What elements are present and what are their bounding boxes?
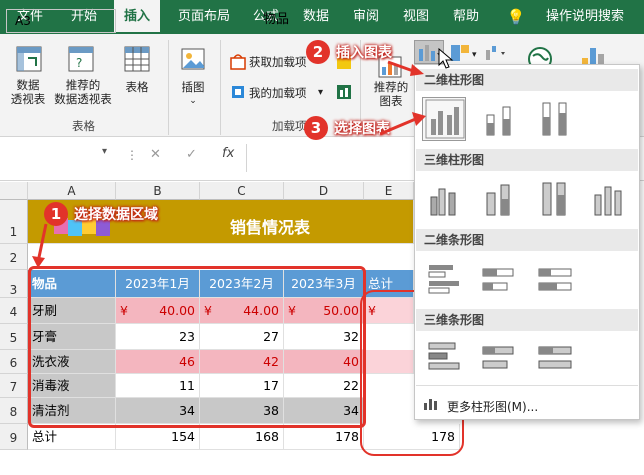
divider	[416, 385, 638, 386]
percent-bar-thumb[interactable]	[535, 259, 575, 299]
section-3d-column: 三维柱形图	[416, 149, 638, 171]
cancel-icon[interactable]: ✕	[150, 147, 161, 162]
chevron-down-icon: ⌄	[189, 96, 197, 106]
step-badge-3: 3	[304, 116, 328, 140]
pivot-table-button[interactable]: 数据 透视表	[4, 78, 52, 106]
table-icon	[124, 46, 150, 72]
row-header-8[interactable]: 8	[0, 398, 28, 424]
3d-stacked-column-thumb[interactable]	[479, 179, 519, 219]
clustered-bar-thumb[interactable]	[425, 259, 465, 299]
people-graph-icon	[337, 85, 351, 99]
row-header-5[interactable]: 5	[0, 324, 28, 350]
step-badge-1: 1	[44, 202, 68, 226]
3d-clustered-column-thumb[interactable]	[425, 179, 465, 219]
table-button[interactable]: 表格	[118, 80, 156, 94]
svg-text:?: ?	[76, 56, 82, 70]
column-header-c[interactable]: C	[200, 182, 284, 200]
more-column-charts-link[interactable]: 更多柱形图(M)...	[447, 398, 538, 415]
lightbulb-icon: 💡	[506, 8, 526, 26]
illustrations-icon	[181, 48, 205, 70]
more-charts-icon	[424, 399, 437, 410]
illustrations-button[interactable]: 插图	[176, 80, 210, 94]
divider	[246, 144, 247, 172]
group-label-addins: 加载项	[272, 119, 307, 133]
row-header-4[interactable]: 4	[0, 298, 28, 324]
hover-highlight	[422, 97, 466, 141]
3d-percent-column-thumb[interactable]	[535, 179, 575, 219]
step-badge-2: 2	[306, 40, 330, 64]
chevron-down-icon: ▾	[472, 50, 477, 60]
arrow-icon	[32, 223, 48, 268]
chevron-down-icon: ▾	[102, 146, 108, 157]
tab-page-layout[interactable]: 页面布局	[168, 0, 240, 34]
section-2d-column: 二维柱形图	[416, 69, 638, 91]
row-header-3[interactable]: 3	[0, 270, 28, 298]
confirm-icon[interactable]: ✓	[186, 147, 197, 162]
recommended-pivot-button[interactable]: 推荐的 数据透视表	[52, 78, 114, 106]
recommended-charts-button[interactable]: 推荐的 图表	[370, 80, 412, 108]
formula-input[interactable]: 物品	[255, 9, 415, 33]
step-label-1: 选择数据区域	[74, 207, 158, 223]
store-icon	[230, 54, 246, 70]
drag-handle-icon[interactable]: ⋮	[126, 148, 138, 162]
get-addins-button[interactable]: 获取加载项	[249, 55, 307, 69]
name-box[interactable]: A3	[6, 9, 116, 33]
function-icon[interactable]: fx	[222, 146, 234, 161]
column-header-d[interactable]: D	[284, 182, 364, 200]
tab-help[interactable]: 帮助	[444, 0, 488, 34]
column-header-a[interactable]: A	[28, 182, 116, 200]
percent-column-thumb[interactable]	[535, 99, 575, 139]
tell-me-search[interactable]: 操作说明搜索	[530, 0, 640, 34]
row-header-2[interactable]: 2	[0, 244, 28, 270]
stacked-bar-thumb[interactable]	[479, 259, 519, 299]
step-label-2: 插入图表	[336, 45, 392, 61]
row-header-7[interactable]: 7	[0, 374, 28, 398]
mouse-pointer-icon	[438, 48, 454, 69]
pivot-table-icon	[16, 46, 42, 72]
my-addins-icon	[232, 86, 244, 98]
group-label-tables: 表格	[72, 119, 95, 133]
row-header-6[interactable]: 6	[0, 350, 28, 374]
waterfall-chart-icon[interactable]	[484, 44, 510, 62]
3d-clustered-bar-thumb[interactable]	[425, 337, 465, 377]
row-header-1[interactable]: 1	[0, 200, 28, 244]
recommended-pivot-icon: ?	[68, 46, 94, 72]
arrow-icon	[387, 60, 424, 76]
tab-insert[interactable]: 插入	[114, 0, 160, 34]
3d-stacked-bar-thumb[interactable]	[479, 337, 519, 377]
section-2d-bar: 二维条形图	[416, 229, 638, 251]
select-all-corner[interactable]	[0, 182, 28, 200]
section-3d-bar: 三维条形图	[416, 309, 638, 331]
3d-percent-bar-thumb[interactable]	[535, 337, 575, 377]
chevron-down-icon: ▾	[318, 87, 324, 98]
selection-highlight	[28, 266, 366, 428]
3d-column-thumb[interactable]	[589, 179, 629, 219]
ribbon-separator	[220, 40, 221, 135]
sheet-title: 销售情况表	[230, 218, 311, 237]
row-header-9[interactable]: 9	[0, 424, 28, 450]
ribbon-separator	[168, 40, 169, 135]
arrow-icon	[379, 112, 426, 136]
stacked-column-thumb[interactable]	[479, 99, 519, 139]
column-header-b[interactable]: B	[116, 182, 200, 200]
column-header-e[interactable]: E	[364, 182, 414, 200]
my-addins-button[interactable]: 我的加载项	[249, 86, 307, 100]
